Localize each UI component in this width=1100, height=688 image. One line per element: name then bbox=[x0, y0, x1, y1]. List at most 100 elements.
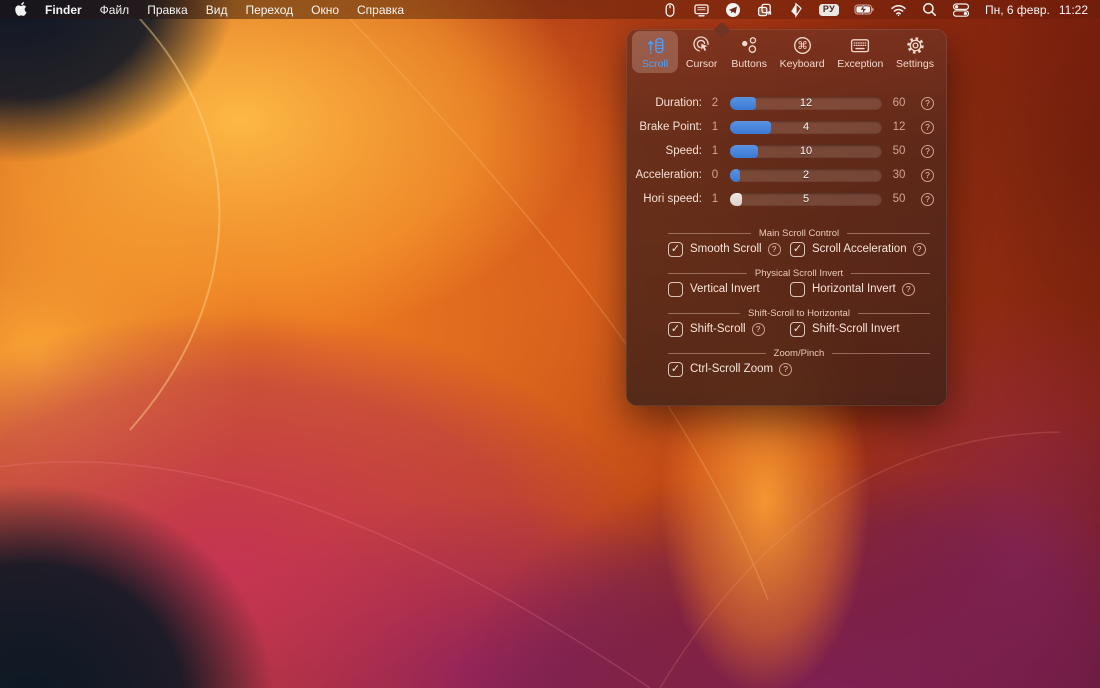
input-source-badge[interactable]: РУ bbox=[819, 4, 839, 16]
slider-track[interactable]: 10 bbox=[730, 145, 882, 158]
menu-item-4[interactable]: Переход bbox=[245, 3, 293, 17]
menu-item-3[interactable]: Вид bbox=[206, 3, 228, 17]
tab-label: Buttons bbox=[731, 58, 767, 70]
checkbox-label: Shift-Scroll bbox=[690, 323, 746, 335]
tab-keyboard[interactable]: ⌘Keyboard bbox=[774, 31, 831, 73]
control-center-icon[interactable] bbox=[952, 0, 970, 19]
window-switcher-icon[interactable] bbox=[756, 0, 773, 19]
help-icon[interactable]: ? bbox=[752, 323, 765, 336]
checkbox-unchecked[interactable] bbox=[790, 282, 805, 297]
checkbox-label: Vertical Invert bbox=[690, 283, 760, 295]
checkbox-item-smooth-scroll[interactable]: ✓Smooth Scroll? bbox=[668, 239, 790, 259]
divider-line bbox=[832, 353, 930, 354]
tab-buttons[interactable]: Buttons bbox=[725, 31, 773, 73]
divider-line bbox=[668, 353, 766, 354]
slider-min-value: 1 bbox=[706, 145, 724, 157]
wifi-icon[interactable] bbox=[890, 0, 907, 19]
display-mirroring-icon[interactable] bbox=[693, 0, 710, 19]
checkbox-item-vertical-invert[interactable]: Vertical Invert bbox=[668, 279, 790, 299]
menu-item-5[interactable]: Окно bbox=[311, 3, 339, 17]
slider-current-value: 5 bbox=[730, 193, 882, 206]
divider-line bbox=[851, 273, 930, 274]
checkbox-row: ✓ Shift-Scroll? ✓ Shift-Scroll Invert bbox=[668, 319, 947, 339]
checkbox-sections: Main Scroll Control✓Smooth Scroll?✓Scrol… bbox=[626, 227, 947, 379]
checkbox-item-ctrl-scroll-zoom[interactable]: ✓Ctrl-Scroll Zoom? bbox=[668, 359, 790, 379]
app-menus: Файл Правка Вид Переход Окно Справка bbox=[100, 3, 404, 17]
slider-max-value: 60 bbox=[886, 97, 912, 109]
checkbox-unchecked[interactable] bbox=[668, 282, 683, 297]
help-icon[interactable]: ? bbox=[921, 169, 934, 182]
menu-bar-status-area: РУ bbox=[662, 0, 1100, 19]
menu-bar-clock[interactable]: Пн, 6 февр. 11:22 bbox=[985, 3, 1088, 17]
tab-label: Exception bbox=[837, 58, 883, 70]
slider-label: Speed: bbox=[632, 145, 702, 157]
checkbox-item-shift-scroll-invert[interactable]: ✓ Shift-Scroll Invert bbox=[790, 319, 947, 339]
slider-row-2: Brake Point:1412? bbox=[626, 115, 947, 139]
divider-line bbox=[668, 233, 751, 234]
buttons-icon bbox=[739, 35, 760, 57]
slider-min-value: 2 bbox=[706, 97, 724, 109]
mouse-icon[interactable] bbox=[662, 0, 678, 19]
slider-label: Brake Point: bbox=[632, 121, 702, 133]
checkbox-checked[interactable]: ✓ bbox=[790, 322, 805, 337]
tab-label: Cursor bbox=[686, 58, 718, 70]
slider-track[interactable]: 2 bbox=[730, 169, 882, 182]
section-2: Physical Scroll Invert Vertical Invert Hor… bbox=[626, 267, 947, 299]
slider-label: Hori speed: bbox=[632, 193, 702, 205]
help-icon[interactable]: ? bbox=[768, 243, 781, 256]
checkbox-checked[interactable]: ✓ bbox=[790, 242, 805, 257]
slider-track[interactable]: 12 bbox=[730, 97, 882, 110]
help-icon[interactable]: ? bbox=[921, 121, 934, 134]
settings-icon bbox=[905, 35, 926, 57]
menu-item-1[interactable]: Файл bbox=[100, 3, 130, 17]
slider-label: Acceleration: bbox=[632, 169, 702, 181]
help-icon[interactable]: ? bbox=[779, 363, 792, 376]
slider-track[interactable]: 4 bbox=[730, 121, 882, 134]
telegram-icon[interactable] bbox=[725, 0, 741, 19]
menu-item-2[interactable]: Правка bbox=[147, 3, 188, 17]
slider-track[interactable]: 5 bbox=[730, 193, 882, 206]
clock-date: Пн, 6 февр. bbox=[985, 3, 1050, 17]
checkbox-checked[interactable]: ✓ bbox=[668, 322, 683, 337]
origami-fan-icon[interactable] bbox=[788, 0, 804, 19]
section-4: Zoom/Pinch✓Ctrl-Scroll Zoom? bbox=[626, 347, 947, 379]
active-app-name[interactable]: Finder bbox=[45, 3, 82, 17]
tab-scroll[interactable]: Scroll bbox=[632, 31, 678, 73]
checkbox-label: Shift-Scroll Invert bbox=[812, 323, 900, 335]
checkbox-item-shift-scroll[interactable]: ✓ Shift-Scroll? bbox=[668, 319, 790, 339]
help-icon[interactable]: ? bbox=[921, 97, 934, 110]
tab-exception[interactable]: Exception bbox=[831, 31, 889, 73]
slider-group: Duration:21260?Brake Point:1412?Speed:11… bbox=[626, 91, 947, 211]
slider-current-value: 10 bbox=[730, 145, 882, 158]
menu-item-6[interactable]: Справка bbox=[357, 3, 404, 17]
apple-logo-icon[interactable] bbox=[14, 0, 27, 19]
battery-charging-icon[interactable] bbox=[854, 0, 875, 19]
tab-cursor[interactable]: Cursor bbox=[679, 31, 725, 73]
checkbox-checked[interactable]: ✓ bbox=[668, 362, 683, 377]
search-icon[interactable] bbox=[922, 0, 937, 19]
exception-icon bbox=[849, 35, 871, 57]
tab-bar: Scroll Cursor Buttons ⌘Keyboard Exception Set… bbox=[632, 31, 940, 73]
checkbox-checked[interactable]: ✓ bbox=[668, 242, 683, 257]
slider-row-3: Speed: 1 10 50? bbox=[626, 139, 947, 163]
slider-min-value: 1 bbox=[706, 193, 724, 205]
slider-label: Duration: bbox=[632, 97, 702, 109]
tab-label: Keyboard bbox=[780, 58, 825, 70]
tab-settings[interactable]: Settings bbox=[890, 31, 940, 73]
section-header: Main Scroll Control bbox=[626, 227, 947, 239]
slider-current-value: 2 bbox=[730, 169, 882, 182]
section-header: Physical Scroll Invert bbox=[626, 267, 947, 279]
help-icon[interactable]: ? bbox=[913, 243, 926, 256]
checkbox-item-horizontal-invert[interactable]: Horizontal Invert? bbox=[790, 279, 947, 299]
slider-max-value: 50 bbox=[886, 193, 912, 205]
slider-max-value: 50 bbox=[886, 145, 912, 157]
help-icon[interactable]: ? bbox=[921, 145, 934, 158]
section-3: Shift-Scroll to Horizontal✓Shift-Scroll?… bbox=[626, 307, 947, 339]
help-icon[interactable]: ? bbox=[921, 193, 934, 206]
slider-row-4: Acceleration:0230? bbox=[626, 163, 947, 187]
slider-row-5: Hori speed: 15 50? bbox=[626, 187, 947, 211]
checkbox-label: Scroll Acceleration bbox=[812, 243, 907, 255]
help-icon[interactable]: ? bbox=[902, 283, 915, 296]
checkbox-item-scroll-acceleration[interactable]: ✓ Scroll Acceleration? bbox=[790, 239, 947, 259]
tab-label: Scroll bbox=[642, 58, 668, 70]
